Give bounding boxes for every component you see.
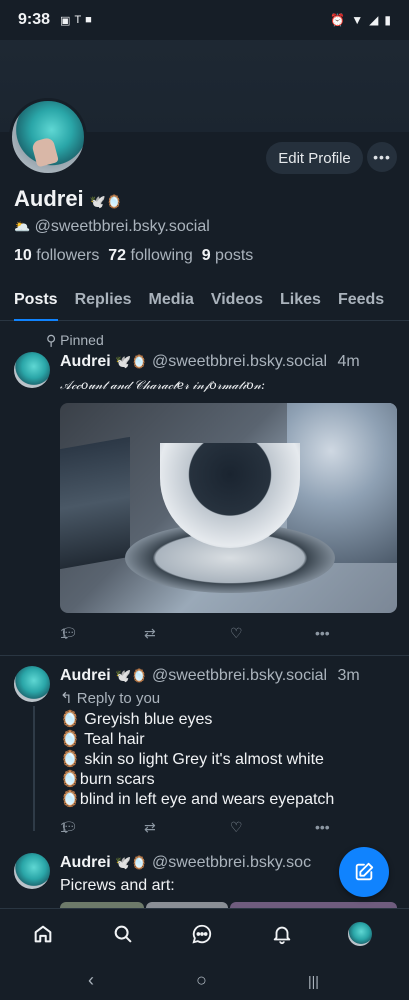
profile-avatar[interactable]	[9, 98, 87, 176]
post-avatar[interactable]	[14, 352, 50, 388]
chat-icon[interactable]	[189, 921, 215, 947]
post-actions: 💬︎ 1 ⇄ ♡ •••	[60, 819, 360, 839]
status-bar: 9:38 ▣ T ■ ⏰ ▼ ◢ ▮	[0, 0, 409, 40]
profile-handle: 🌥️ @sweetbbrei.bsky.social	[14, 218, 210, 236]
thread-line	[33, 706, 35, 831]
status-time: 9:38	[18, 11, 51, 28]
more-icon: •••	[315, 625, 330, 641]
avatar	[348, 922, 372, 946]
post-handle[interactable]: @sweetbbrei.bsky.social	[152, 667, 327, 684]
post-header: Audrei 🕊️🪞 @sweetbbrei.bsky.social 4m	[60, 353, 360, 371]
profile-more-button[interactable]: •••	[367, 142, 397, 172]
more-icon: •••	[373, 149, 391, 165]
profile-stats: 10 followers 72 following 9 posts	[14, 247, 253, 265]
display-name-emoji: 🕊️🪞	[89, 195, 123, 210]
post-divider	[0, 655, 409, 656]
display-name: Audrei 🕊️🪞	[14, 186, 122, 212]
tab-likes[interactable]: Likes	[280, 288, 321, 321]
post-line: 🪞 Teal hair	[60, 731, 145, 748]
battery-icon: ▮	[384, 13, 391, 27]
tab-feeds[interactable]: Feeds	[338, 288, 384, 321]
repost-icon: ⇄	[144, 625, 156, 641]
signal-icon: ◢	[369, 13, 379, 27]
bottom-nav	[0, 908, 409, 960]
heart-icon: ♡	[230, 819, 243, 835]
status-right-icons: ⏰ ▼ ◢ ▮	[330, 13, 391, 27]
compose-button[interactable]	[339, 847, 389, 897]
followers-stat[interactable]: 10 followers	[14, 247, 99, 264]
post-handle[interactable]: @sweetbbrei.bsky.social	[152, 353, 327, 370]
search-icon[interactable]	[110, 921, 136, 947]
post-header: Audrei 🕊️🪞 @sweetbbrei.bsky.soc m	[60, 854, 357, 872]
system-nav: ‹ ○ |||	[0, 960, 409, 1000]
reply-count: 1	[60, 819, 68, 835]
post-line: 🪞blind in left eye and wears eyepatch	[60, 791, 335, 808]
app-icon: ■	[85, 13, 92, 26]
following-stat[interactable]: 72 following	[108, 247, 193, 264]
post-author[interactable]: Audrei	[60, 353, 111, 370]
profile-tabs: Posts Replies Media Videos Likes Feeds	[0, 288, 409, 321]
tab-posts[interactable]: Posts	[14, 288, 58, 321]
posts-stat: 9 posts	[201, 247, 254, 264]
handle-prefix-icon: 🌥️	[14, 220, 31, 235]
photo-icon: ▣	[60, 14, 71, 27]
post-line: 🪞 Greyish blue eyes	[60, 711, 213, 728]
pin-icon: ⚲	[46, 332, 57, 348]
recents-icon[interactable]: |||	[308, 973, 319, 989]
post-time: 3m	[337, 667, 360, 684]
post-handle[interactable]: @sweetbbrei.bsky.soc	[152, 854, 311, 871]
post-author-emoji: 🕊️🪞	[115, 856, 148, 871]
home-icon[interactable]	[30, 921, 56, 947]
tab-media[interactable]: Media	[149, 288, 194, 321]
display-name-text: Audrei	[14, 186, 84, 211]
tab-replies[interactable]: Replies	[75, 288, 132, 321]
edit-profile-button[interactable]: Edit Profile	[266, 142, 363, 174]
tab-videos[interactable]: Videos	[211, 288, 263, 321]
post-time: 4m	[337, 353, 360, 370]
profile-nav-avatar[interactable]	[347, 921, 373, 947]
t-mobile-icon: T	[74, 13, 82, 26]
pinned-label: ⚲ Pinned	[46, 332, 104, 348]
post-line: 🪞burn scars	[60, 771, 155, 788]
status-left-icons: ▣ T ■	[60, 14, 92, 27]
post-actions: 💬︎ 1 ⇄ ♡ •••	[60, 625, 360, 645]
handle-text: @sweetbbrei.bsky.social	[34, 218, 210, 235]
home-button-icon[interactable]: ○	[196, 970, 207, 991]
heart-icon: ♡	[230, 625, 243, 641]
post-image[interactable]	[60, 403, 397, 613]
post-text: Picrews and art:	[60, 877, 175, 894]
reply-to-label: ↰ Reply to you	[60, 690, 161, 707]
reply-count: 1	[60, 625, 68, 641]
reply-arrow-icon: ↰	[60, 690, 73, 707]
repost-icon: ⇄	[144, 819, 156, 835]
back-icon[interactable]: ‹	[88, 970, 94, 991]
post-author[interactable]: Audrei	[60, 667, 111, 684]
post-avatar[interactable]	[14, 666, 50, 702]
post-author-emoji: 🕊️🪞	[115, 669, 148, 684]
post-avatar[interactable]	[14, 853, 50, 889]
post-author-emoji: 🕊️🪞	[115, 355, 148, 370]
compose-icon	[355, 862, 374, 881]
post-text: 𝒜𝒸𝒸𝑜𝓊𝓃𝓉 𝒶𝓃𝒹 𝒞𝒽𝒶𝓇𝒶𝒸𝓉𝑒𝓇 𝒾𝓃𝒻𝑜𝓇𝓂𝒶𝓉𝒾𝑜𝓃:	[60, 378, 266, 392]
bell-icon[interactable]	[269, 921, 295, 947]
post-author[interactable]: Audrei	[60, 854, 111, 871]
post-header: Audrei 🕊️🪞 @sweetbbrei.bsky.social 3m	[60, 667, 360, 685]
more-icon: •••	[315, 819, 330, 835]
post-line: 🪞 skin so light Grey it's almost white	[60, 751, 324, 768]
alarm-icon: ⏰	[330, 13, 346, 27]
wifi-icon: ▼	[351, 13, 364, 27]
